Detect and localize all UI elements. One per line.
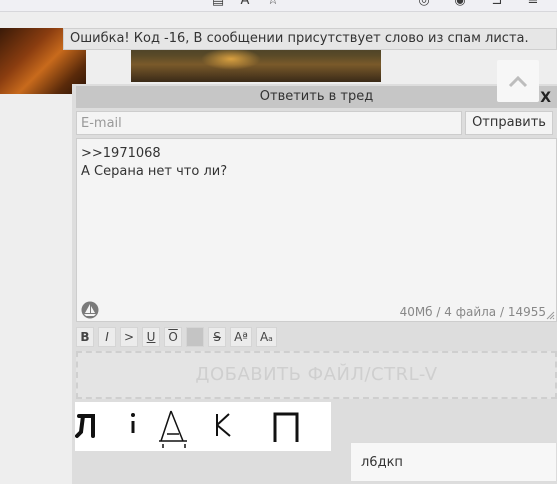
pocket-icon[interactable]: ◎: [417, 0, 431, 8]
add-file-dropzone[interactable]: ДОБАВИТЬ ФАЙЛ/CTRL-V: [76, 351, 557, 399]
email-field[interactable]: [76, 111, 462, 135]
overline-button[interactable]: O: [164, 327, 183, 347]
scroll-to-top-button[interactable]: [497, 60, 539, 102]
error-notification: Ошибка! Код -16, В сообщении присутствуе…: [63, 28, 557, 50]
send-button[interactable]: Отправить: [465, 111, 553, 135]
bookmark-star-icon[interactable]: ☆: [266, 0, 280, 8]
resize-handle-icon[interactable]: [546, 311, 555, 320]
quote-button[interactable]: >: [120, 327, 139, 347]
menu-icon[interactable]: ≡: [526, 0, 540, 8]
account-icon[interactable]: ◉: [453, 0, 467, 8]
close-button[interactable]: X: [540, 89, 551, 107]
reply-form-title: Ответить в тред: [259, 89, 374, 104]
strikethrough-button[interactable]: S: [208, 327, 227, 347]
file-limits-info: 40Мб / 4 файла / 14955: [399, 305, 546, 319]
spoiler-button[interactable]: [186, 327, 205, 347]
message-textarea[interactable]: >>1971068 А Серана нет что ли? 40Мб / 4 …: [76, 138, 557, 322]
translate-icon[interactable]: A: [238, 0, 252, 8]
extensions-icon[interactable]: ⊐: [490, 0, 504, 8]
browser-toolbar: ▤ A ☆ ◎ ◉ ⊐ ≡: [0, 0, 557, 12]
reply-form: Ответить в тред X Отправить >>1971068 А …: [72, 84, 557, 484]
message-text: >>1971068 А Серана нет что ли?: [81, 146, 228, 179]
reply-form-header[interactable]: Ответить в тред X: [76, 86, 557, 108]
bold-button[interactable]: B: [76, 327, 94, 347]
italic-button[interactable]: I: [98, 327, 116, 347]
sailboat-icon[interactable]: [81, 301, 99, 319]
underline-button[interactable]: U: [142, 327, 161, 347]
markup-toolbar: B I > U O S Aª Aₐ: [76, 327, 277, 347]
chevron-up-icon: [508, 75, 528, 88]
subscript-button[interactable]: Aₐ: [255, 327, 277, 347]
captcha-input[interactable]: [350, 442, 557, 482]
reader-view-icon[interactable]: ▤: [211, 0, 225, 8]
superscript-button[interactable]: Aª: [230, 327, 252, 347]
captcha-image[interactable]: [75, 402, 331, 451]
